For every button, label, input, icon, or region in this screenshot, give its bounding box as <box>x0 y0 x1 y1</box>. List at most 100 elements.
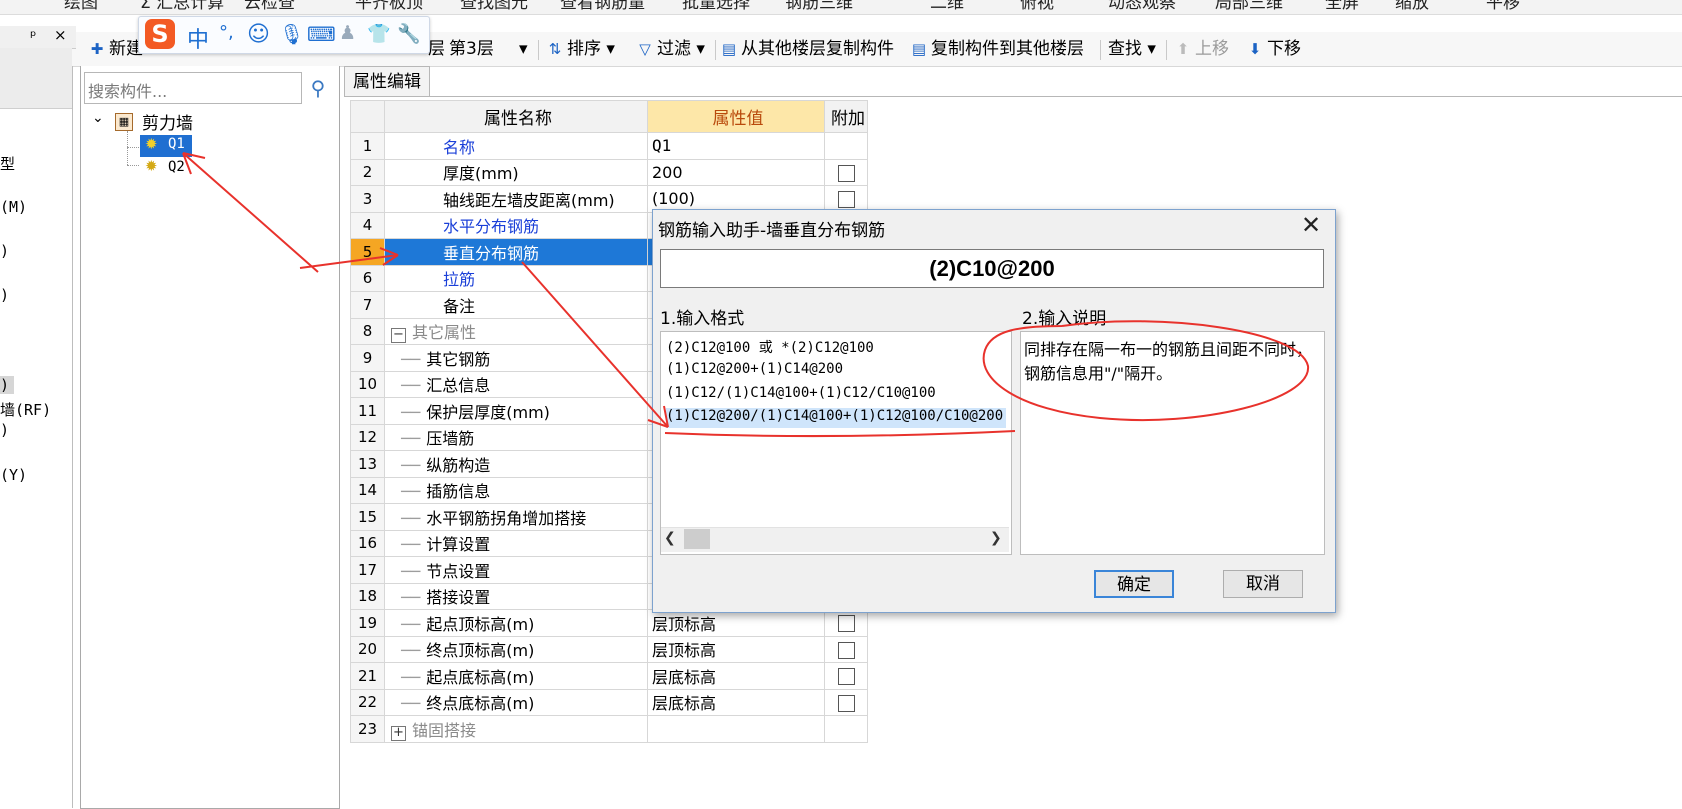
pin-icon[interactable]: ᵖ <box>30 27 36 45</box>
left-item-selected[interactable]: ) <box>0 376 14 394</box>
tree-root-label[interactable]: 剪力墙 <box>142 109 193 134</box>
tree-item-q2[interactable]: Q2 <box>168 159 185 175</box>
toolbar-item-zoom[interactable]: 缩放 <box>1395 0 1429 13</box>
extra-checkbox[interactable] <box>837 615 855 633</box>
find-button[interactable]: 查找 ▾ <box>1108 36 1156 62</box>
toolbar-item-align-top[interactable]: 平齐板顶 <box>355 0 423 13</box>
scrollbar-thumb[interactable] <box>684 529 710 549</box>
close-icon[interactable]: ✕ <box>1297 211 1325 239</box>
tab-property-edit[interactable]: 属性编辑 <box>344 66 430 97</box>
extra-checkbox[interactable] <box>837 191 855 209</box>
tree-line <box>127 147 139 148</box>
microphone-icon[interactable]: 🎙 <box>279 22 304 46</box>
move-up-button[interactable]: ⬆ 上移 <box>1174 36 1229 62</box>
component-tree-panel <box>80 66 340 809</box>
property-value[interactable]: 层底标高 <box>647 662 825 690</box>
property-value[interactable]: 200 <box>647 158 825 186</box>
toolbar-item-orbit[interactable]: 动态观察 <box>1108 0 1176 13</box>
keyboard-icon[interactable]: ⌨ <box>307 22 336 46</box>
property-name-text: 轴线距左墙皮距离(mm) <box>443 190 615 210</box>
property-value[interactable] <box>647 715 825 743</box>
collapse-icon[interactable]: − <box>391 328 406 344</box>
property-value[interactable]: Q1 <box>647 132 825 160</box>
extra-checkbox[interactable] <box>837 694 855 712</box>
tree-item-q1[interactable]: Q1 <box>168 136 185 152</box>
property-name: ── 搭接设置 <box>384 582 648 610</box>
format-item[interactable]: (1)C12/(1)C14@100+(1)C12/C10@100 <box>666 385 936 401</box>
toolbar-item-2d[interactable]: 二维 <box>930 0 964 13</box>
new-button[interactable]: ✚ 新建 <box>88 36 143 62</box>
layer-select[interactable]: 第3层 ▾ <box>449 36 533 62</box>
left-item[interactable]: ) <box>0 286 9 304</box>
toolbar-item-rebar-3d[interactable]: 钢筋三维 <box>785 0 853 13</box>
extra-cell <box>824 635 868 663</box>
extra-checkbox[interactable] <box>837 668 855 686</box>
table-row[interactable]: 21 ── 起点底标高(m) 层底标高 <box>350 662 868 690</box>
filter-button[interactable]: ▽ 过滤 ▾ <box>636 36 705 62</box>
move-down-button[interactable]: ⬇ 下移 <box>1246 36 1301 62</box>
toolbar-item-local-3d[interactable]: 局部三维 <box>1215 0 1283 13</box>
copy-from-floor-button[interactable]: ▤ 从其他楼层复制构件 <box>720 36 894 62</box>
toolbar-item-summary[interactable]: Σ 汇总计算 <box>140 0 224 13</box>
search-icon[interactable]: ⚲ <box>304 74 332 102</box>
emoji-icon[interactable]: ☺ <box>247 22 270 47</box>
property-name: ── 压墙筋 <box>384 423 648 451</box>
punctuation-icon[interactable]: °, <box>219 22 234 43</box>
left-item[interactable]: (Y) <box>0 466 27 484</box>
toolbar-item-pan[interactable]: 平移 <box>1486 0 1520 13</box>
format-list-scrollbar[interactable] <box>661 527 1009 552</box>
table-row[interactable]: 19 ── 起点顶标高(m) 层顶标高 <box>350 609 868 637</box>
cancel-button[interactable]: 取消 <box>1223 570 1303 598</box>
left-item[interactable]: (M) <box>0 198 27 216</box>
extra-checkbox[interactable] <box>837 164 855 182</box>
expand-icon[interactable]: + <box>391 725 406 741</box>
left-panel-tab-area <box>0 48 72 109</box>
extra-cell <box>824 158 868 186</box>
property-value[interactable]: 层底标高 <box>647 688 825 716</box>
table-row[interactable]: 1 名称 Q1 <box>350 132 868 160</box>
tools-icon[interactable]: 🔧 <box>397 22 421 45</box>
skin-icon[interactable]: 👕 <box>367 22 391 45</box>
ime-lang-toggle[interactable]: 中 <box>187 22 209 54</box>
table-row[interactable]: 22 ── 终点底标高(m) 层底标高 <box>350 688 868 716</box>
format-item[interactable]: (1)C12@200+(1)C14@200 <box>666 361 843 377</box>
ok-button[interactable]: 确定 <box>1094 570 1174 598</box>
property-name: ── 纵筋构造 <box>384 450 648 478</box>
sogou-logo-icon[interactable]: S <box>145 19 175 49</box>
table-row[interactable]: 2 厚度(mm) 200 <box>350 158 868 186</box>
toolbar-item-cloud-check[interactable]: 云检查 <box>244 0 295 13</box>
sort-icon: ⇅ <box>548 40 562 58</box>
property-value[interactable]: 层顶标高 <box>647 635 825 663</box>
toolbar-item-draw[interactable]: 绘图 <box>64 0 98 13</box>
toolbar-item-fullscreen[interactable]: 全屏 <box>1325 0 1359 13</box>
left-item[interactable]: ) <box>0 242 9 260</box>
row-number: 6 <box>350 264 385 292</box>
toolbar-item-find-element[interactable]: 查找图元 <box>460 0 528 13</box>
left-item[interactable]: ) <box>0 421 9 439</box>
scroll-left-icon[interactable]: ❮ <box>664 530 676 546</box>
toolbar-item-top-view[interactable]: 俯视 <box>1020 0 1054 13</box>
toolbar-item-view-rebar[interactable]: 查看钢筋量 <box>560 0 645 13</box>
property-value[interactable]: 层顶标高 <box>647 609 825 637</box>
property-name: 水平分布钢筋 <box>384 211 648 239</box>
table-row[interactable]: 23 + 锚固搭接 <box>350 715 868 743</box>
chevron-down-icon[interactable]: ⌄ <box>92 110 104 126</box>
property-name: 轴线距左墙皮距离(mm) <box>384 185 648 213</box>
format-item-selected[interactable]: (1)C12@200/(1)C14@100+(1)C12@100/C10@200 <box>666 408 1007 428</box>
format-item[interactable]: (2)C12@100 或 *(2)C12@100 <box>666 337 874 357</box>
rebar-input-field[interactable]: (2)C10@200 <box>660 249 1324 288</box>
left-item[interactable]: 墙(RF) <box>0 399 51 420</box>
left-item[interactable]: 型 <box>0 153 15 174</box>
copy-to-floor-button[interactable]: ▤ 复制构件到其他楼层 <box>910 36 1084 62</box>
tree-line: ── <box>401 508 421 528</box>
close-icon[interactable]: × <box>54 26 67 44</box>
scroll-right-icon[interactable]: ❯ <box>990 530 1002 546</box>
toolbar-item-batch-select[interactable]: 批量选择 <box>682 0 750 13</box>
extra-checkbox[interactable] <box>837 641 855 659</box>
sort-button[interactable]: ⇅ 排序 ▾ <box>546 36 615 62</box>
column-header-extra: 附加 <box>824 100 868 133</box>
extra-cell <box>824 609 868 637</box>
user-icon[interactable]: ♟ <box>339 22 356 44</box>
property-name-text: 起点底标高(m) <box>426 667 535 687</box>
table-row[interactable]: 20 ── 终点顶标高(m) 层顶标高 <box>350 635 868 663</box>
